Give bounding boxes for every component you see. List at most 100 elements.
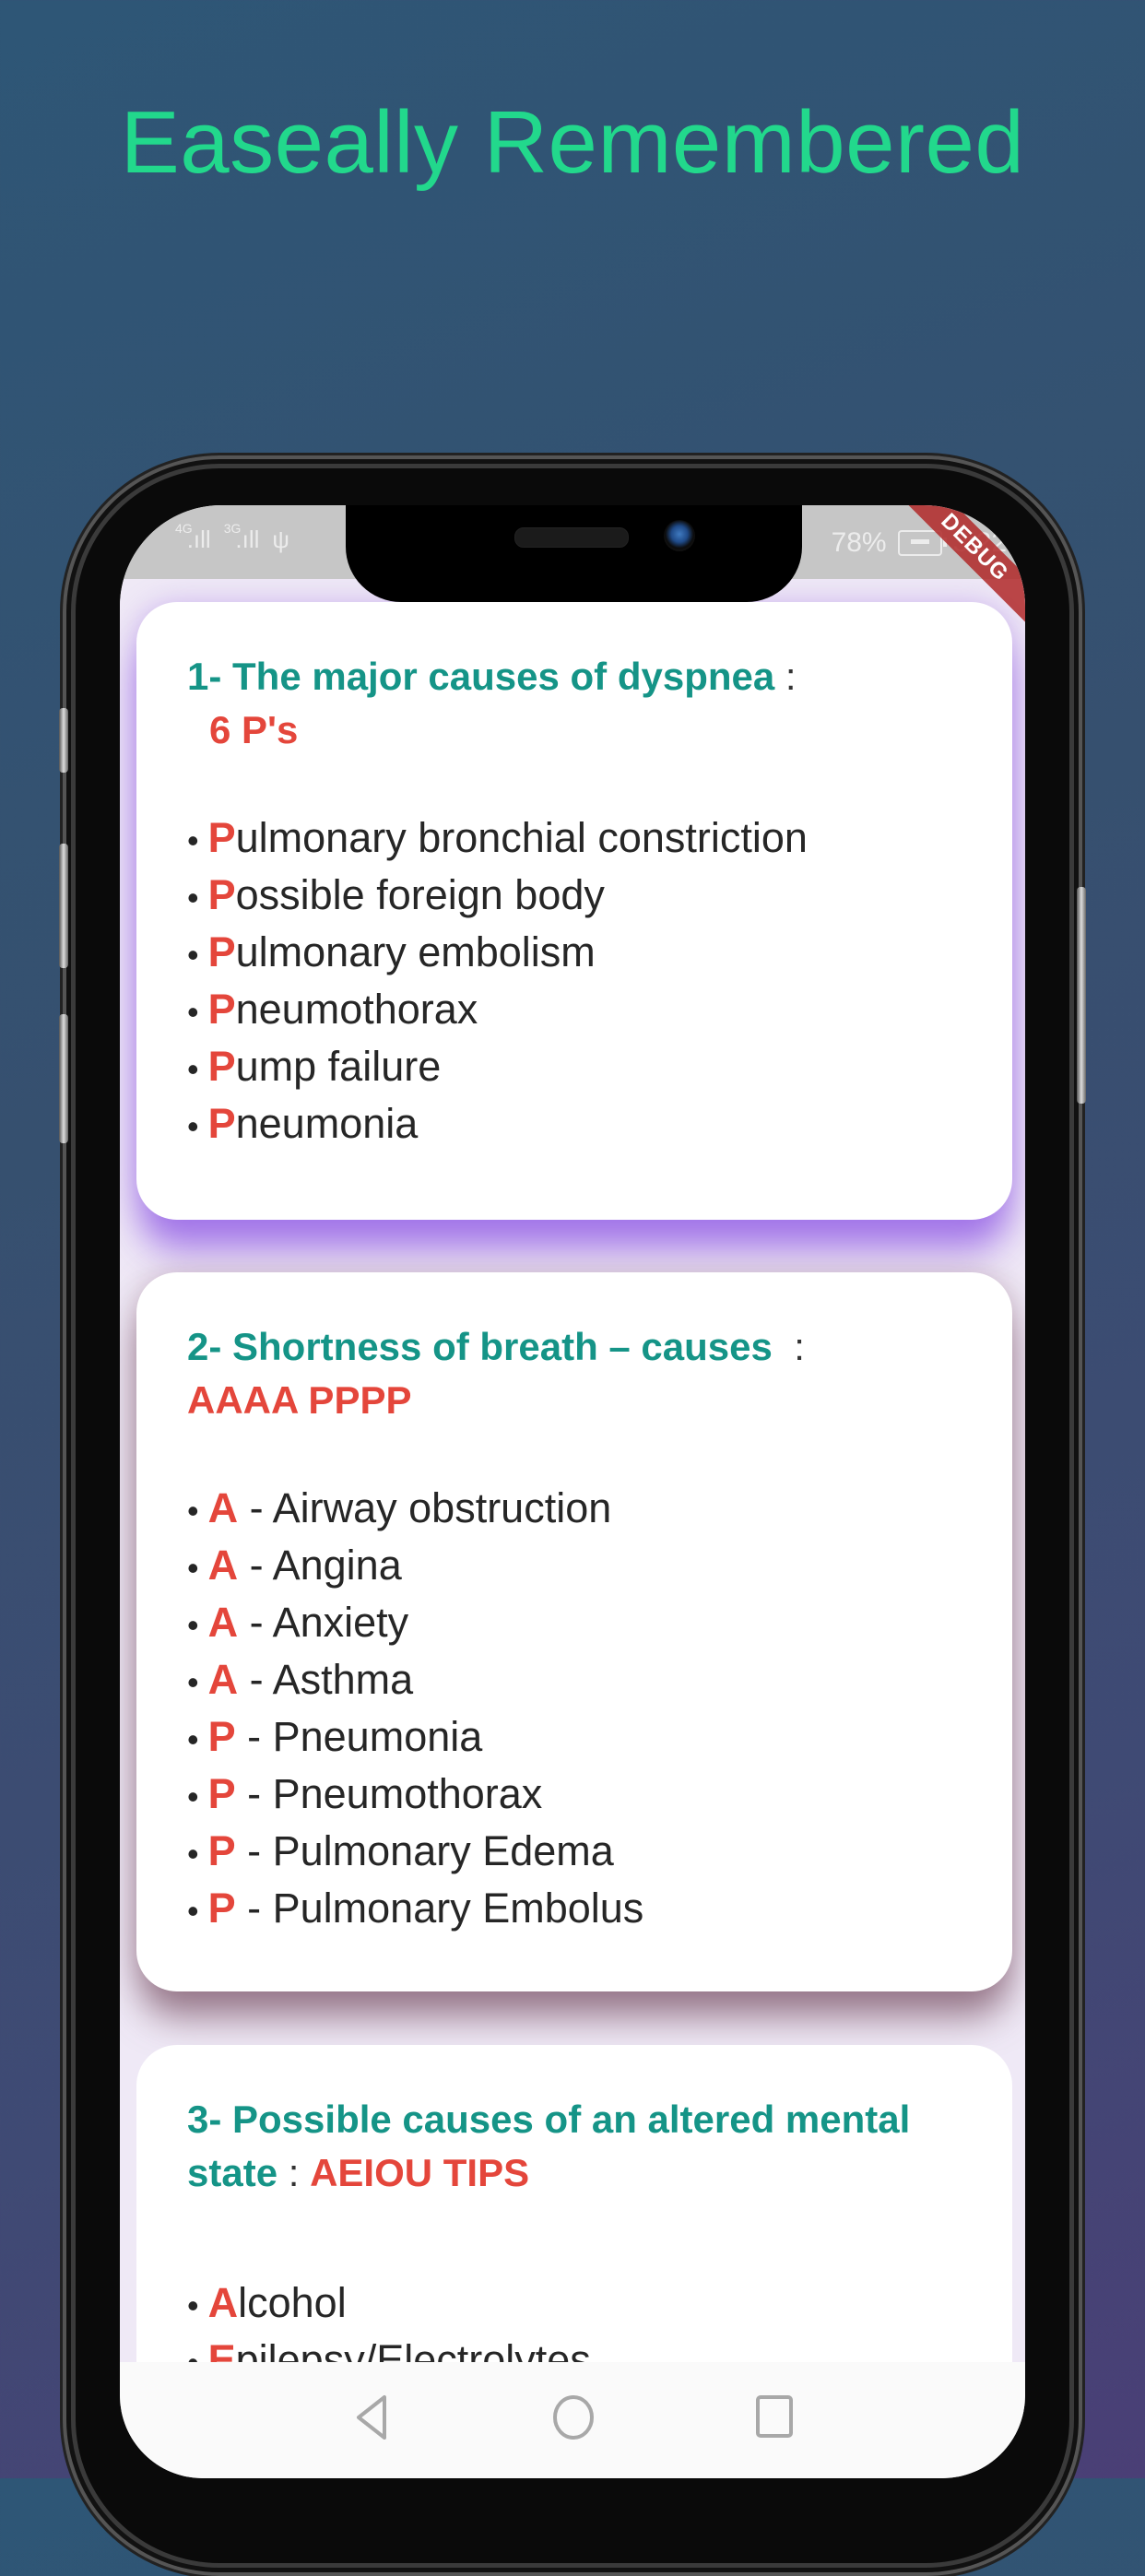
- highlight-letter: A: [207, 1599, 239, 1646]
- card-title: 1- The major causes of dyspnea : 6 P's: [187, 650, 962, 757]
- front-camera-icon: [664, 520, 695, 551]
- highlight-letter: P: [207, 1885, 236, 1932]
- phone-volume-up-button: [59, 844, 68, 968]
- battery-charging-icon: [897, 530, 947, 556]
- bullet: •: [187, 821, 199, 859]
- list-item: • P - Pneumothorax: [187, 1767, 962, 1824]
- bullet: •: [187, 936, 199, 974]
- mnemonic-code: AAAA PPPP: [187, 1378, 412, 1422]
- list-item: • Possible foreign body: [187, 868, 962, 925]
- card-title-text: 2- Shortness of breath – causes: [187, 1325, 773, 1368]
- item-text: ulmonary bronchial constriction: [235, 814, 808, 861]
- bullet: •: [187, 1778, 199, 1815]
- item-text: pilepsy/Electrolytes: [235, 2336, 591, 2362]
- status-left: 4G.ıll 3G.ıll ψ: [175, 521, 289, 554]
- item-text: - Pulmonary Embolus: [235, 1885, 644, 1932]
- bullet: •: [187, 1492, 199, 1530]
- mnemonic-card: 2- Shortness of breath – causes : AAAA P…: [136, 1272, 1012, 1991]
- item-text: - Anxiety: [238, 1599, 409, 1646]
- nav-home-button[interactable]: [546, 2390, 601, 2445]
- bullet: •: [187, 2286, 199, 2324]
- mnemonic-card: 3- Possible causes of an altered mental …: [136, 2045, 1012, 2362]
- item-list: •Alcohol •Epilepsy/Electrolytes: [187, 2275, 962, 2362]
- item-text: - Pneumonia: [235, 1713, 483, 1760]
- item-text: - Airway obstruction: [238, 1484, 612, 1531]
- list-item: • A - Anxiety: [187, 1595, 962, 1652]
- highlight-letter: P: [207, 871, 236, 918]
- phone-screen: 1- The major causes of dyspnea : 6 P's •…: [120, 505, 1025, 2478]
- signal-3g-icon: 3G.ıll: [223, 521, 260, 553]
- card-title: 2- Shortness of breath – causes : AAAA P…: [187, 1320, 962, 1427]
- highlight-letter: P: [207, 1043, 236, 1090]
- list-item: • Epilepsy/Electrolytes: [187, 2333, 962, 2362]
- nav-recents-button[interactable]: [747, 2390, 802, 2445]
- signal-4g-icon: 4G.ıll: [175, 521, 211, 553]
- phone-power-button: [1077, 887, 1086, 1104]
- title-separator: :: [772, 1325, 805, 1368]
- bullet: •: [187, 1050, 199, 1088]
- highlight-letter: A: [207, 2279, 239, 2326]
- bullet: •: [187, 1892, 199, 1930]
- navigation-bar: [120, 2362, 1025, 2478]
- list-item: • Pump failure: [187, 1039, 962, 1096]
- battery-percent: 78%: [831, 527, 887, 558]
- item-list: • A - Airway obstruction • A - Angina • A -…: [187, 1481, 962, 1938]
- title-separator: :: [774, 655, 797, 698]
- list-item: • P - Pneumonia: [187, 1709, 962, 1767]
- item-text: - Asthma: [238, 1656, 414, 1703]
- item-text: - Pulmonary Edema: [235, 1827, 614, 1874]
- bullet: •: [187, 993, 199, 1031]
- highlight-letter: P: [207, 1713, 236, 1760]
- highlight-letter: P: [207, 928, 236, 975]
- highlight-letter: P: [207, 1100, 236, 1147]
- headline: Easeally Remembered: [120, 93, 1025, 192]
- item-text: - Angina: [238, 1542, 402, 1589]
- list-item: • P - Pulmonary Embolus: [187, 1881, 962, 1938]
- highlight-letter: A: [207, 1484, 239, 1531]
- bullet: •: [187, 1663, 199, 1701]
- mnemonic-card: 1- The major causes of dyspnea : 6 P's •…: [136, 602, 1012, 1220]
- recents-square-icon: [756, 2395, 793, 2438]
- title-separator: :: [277, 2151, 311, 2194]
- usb-icon: ψ: [272, 526, 289, 553]
- bullet: •: [187, 2344, 199, 2362]
- nav-back-button[interactable]: [346, 2390, 401, 2445]
- scroll-content[interactable]: 1- The major causes of dyspnea : 6 P's •…: [120, 579, 1025, 2362]
- home-circle-icon: [553, 2395, 594, 2440]
- bullet: •: [187, 1107, 199, 1145]
- earpiece-speaker: [514, 527, 629, 548]
- list-item: • A - Asthma: [187, 1652, 962, 1709]
- item-text: neumothorax: [235, 986, 478, 1033]
- item-text: lcohol: [238, 2279, 347, 2326]
- highlight-letter: P: [207, 1827, 236, 1874]
- highlight-letter: P: [207, 1770, 236, 1817]
- item-text: ulmonary embolism: [235, 928, 596, 975]
- item-text: ump failure: [235, 1043, 442, 1090]
- list-item: • A - Angina: [187, 1538, 962, 1595]
- bullet: •: [187, 1835, 199, 1873]
- mnemonic-code: AEIOU TIPS: [310, 2151, 530, 2194]
- list-item: • Pulmonary bronchial constriction: [187, 810, 962, 868]
- camera-notch: [346, 505, 802, 602]
- list-item: • A - Airway obstruction: [187, 1481, 962, 1538]
- item-text: ossible foreign body: [235, 871, 605, 918]
- network-type-label: 3G: [223, 521, 242, 536]
- highlight-letter: P: [207, 814, 236, 861]
- list-item: • Alcohol: [187, 2275, 962, 2333]
- item-text: - Pneumothorax: [235, 1770, 543, 1817]
- card-title-text: 1- The major causes of dyspnea: [187, 655, 775, 698]
- bullet: •: [187, 1606, 199, 1644]
- phone-volume-down-button: [59, 1014, 68, 1143]
- highlight-letter: A: [207, 1656, 239, 1703]
- item-list: • Pulmonary bronchial constriction • Possi…: [187, 810, 962, 1153]
- highlight-letter: A: [207, 1542, 239, 1589]
- list-item: • P - Pulmonary Edema: [187, 1824, 962, 1881]
- item-text: neumonia: [235, 1100, 419, 1147]
- phone-side-button: [59, 708, 68, 773]
- list-item: • Pneumonia: [187, 1096, 962, 1153]
- highlight-letter: P: [207, 986, 236, 1033]
- network-type-label: 4G: [175, 521, 193, 536]
- bullet: •: [187, 879, 199, 916]
- bullet: •: [187, 1549, 199, 1587]
- bullet: •: [187, 1720, 199, 1758]
